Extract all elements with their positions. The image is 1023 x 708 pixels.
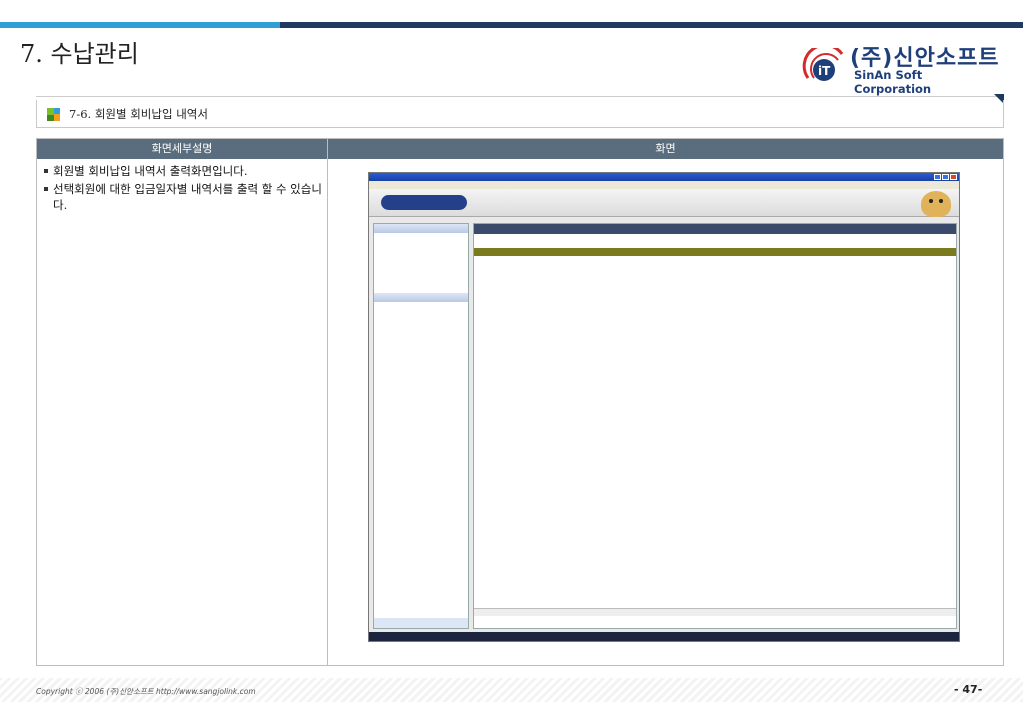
header-divider <box>36 96 1002 97</box>
application-screenshot <box>368 172 960 642</box>
screenshot-main-panel <box>473 223 957 629</box>
screenshot-logo <box>381 195 467 210</box>
screenshot-sidebar <box>373 223 469 629</box>
column-divider <box>327 139 328 665</box>
company-logo: iT (주)신안소프트 SinAn Soft Corporation <box>802 42 1002 96</box>
desc-column-header: 화면세부설명 <box>37 139 327 159</box>
grid-header <box>474 248 956 256</box>
slide-page: 7. 수납관리 iT (주)신안소프트 SinAn Soft Corporati… <box>0 0 1023 708</box>
svg-text:iT: iT <box>818 64 831 78</box>
description-list: 회원별 회비납입 내역서 출력화면입니다. 선택회원에 대한 입금일자별 내역서… <box>43 163 323 215</box>
screenshot-statusbar <box>369 632 959 641</box>
main-panel-header <box>474 224 956 234</box>
logo-mark-icon: iT <box>802 48 844 81</box>
section-title: 7-6. 회원별 회비납입 내역서 <box>69 107 208 121</box>
sidebar-panel-header <box>374 293 468 302</box>
grid-row <box>474 256 956 263</box>
grid-scrollbar <box>474 608 956 616</box>
grid-subtotal-row <box>474 263 956 270</box>
description-item: 선택회원에 대한 입금일자별 내역서를 출력 할 수 있습니다. <box>43 181 323 213</box>
page-title: 7. 수납관리 <box>20 40 139 68</box>
sidebar-panel-body <box>374 302 468 342</box>
mascot-icon <box>921 191 951 217</box>
main-filter-row <box>474 234 956 248</box>
screenshot-menubar <box>369 181 959 189</box>
top-bar-accent <box>0 22 280 28</box>
description-item: 회원별 회비납입 내역서 출력화면입니다. <box>43 163 323 179</box>
screenshot-titlebar <box>369 173 959 181</box>
logo-english-name: SinAn Soft Corporation <box>854 68 932 96</box>
screenshot-banner <box>369 189 959 217</box>
grid-total-row <box>474 598 956 606</box>
screen-column-header: 화면 <box>328 139 1003 159</box>
page-number: - 47- <box>954 683 983 696</box>
section-heading: 7-6. 회원별 회비납입 내역서 <box>36 100 1004 128</box>
section-bullet-icon <box>47 108 60 121</box>
sidebar-panel-body <box>374 233 468 293</box>
sidebar-panel-header <box>374 224 468 233</box>
copyright-text: Copyright ⓒ 2006 (주)신안소프트 http://www.san… <box>36 687 256 696</box>
sidebar-bottom-bar <box>374 618 468 628</box>
